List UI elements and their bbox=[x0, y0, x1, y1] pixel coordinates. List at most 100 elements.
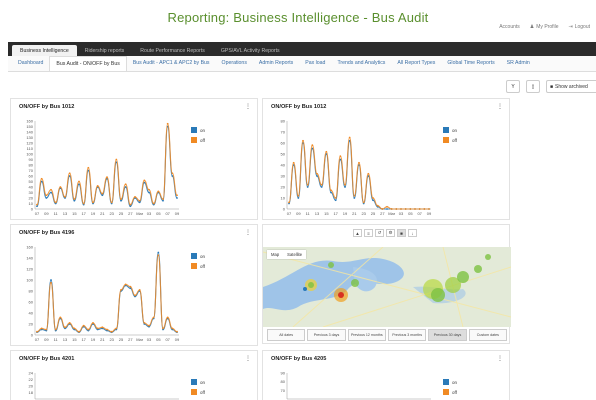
x-tick-label: 07 bbox=[35, 211, 40, 216]
subtab-dashboard[interactable]: Dashboard bbox=[12, 56, 49, 71]
x-tick-label: 17 bbox=[81, 337, 86, 342]
data-point-off bbox=[40, 327, 43, 330]
x-tick-label: 17 bbox=[81, 211, 86, 216]
map-type-satellite[interactable]: Satellite bbox=[283, 250, 306, 259]
legend-swatch-on bbox=[443, 379, 449, 385]
my-profile-link[interactable]: ♟ My Profile bbox=[530, 24, 559, 30]
x-tick-label: 21 bbox=[352, 211, 357, 216]
x-tick-label: 11 bbox=[54, 337, 59, 342]
data-point-off bbox=[148, 188, 150, 191]
range-prev-3-months[interactable]: Previous 3 months bbox=[387, 329, 427, 341]
subtab-admin-reports[interactable]: Admin Reports bbox=[253, 56, 299, 71]
map-tool-up[interactable]: ▲ bbox=[353, 229, 362, 237]
toolbar: Y ▯ ■ Show archived bbox=[8, 75, 596, 95]
y-tick-label: 100 bbox=[26, 278, 33, 283]
x-tick-label: 09 bbox=[175, 337, 180, 342]
x-tick-label: 27 bbox=[380, 211, 385, 216]
data-point-off bbox=[157, 190, 160, 193]
filter-button[interactable]: Y bbox=[506, 80, 520, 93]
y-tick-label: 20 bbox=[29, 322, 34, 327]
y-tick-label: 130 bbox=[26, 135, 33, 140]
data-point-off bbox=[73, 327, 76, 330]
data-point-off bbox=[106, 176, 108, 178]
x-tick-label: 11 bbox=[306, 211, 311, 216]
tab-gps-avl[interactable]: GPS/AVL Activity Reports bbox=[213, 45, 288, 56]
range-prev-12-months[interactable]: Previous 12 months bbox=[347, 329, 386, 341]
tab-route-performance[interactable]: Route Performance Reports bbox=[132, 45, 213, 56]
y-tick-label: 160 bbox=[26, 119, 33, 124]
data-point-off bbox=[78, 330, 80, 333]
y-tick-label: 140 bbox=[26, 256, 33, 261]
legend-swatch-on bbox=[191, 127, 197, 133]
data-point-off bbox=[320, 183, 323, 186]
data-point-off bbox=[115, 327, 118, 330]
y-tick-label: 18 bbox=[29, 390, 34, 395]
map-tool-list[interactable]: ≡ bbox=[364, 229, 373, 237]
y-tick-label: 24 bbox=[29, 371, 34, 376]
legend-swatch-on bbox=[443, 127, 449, 133]
y-tick-label: 80 bbox=[29, 163, 34, 168]
subtab-all-report-types[interactable]: All Report Types bbox=[391, 56, 441, 71]
heatmap-map[interactable]: Map Satellite bbox=[263, 247, 511, 327]
show-archived-button[interactable]: ■ Show archived bbox=[546, 80, 596, 93]
y-tick-label: 80 bbox=[29, 289, 34, 294]
range-prev-3-days[interactable]: Previous 3 days bbox=[307, 329, 346, 341]
map-tool-download[interactable]: ↓ bbox=[408, 229, 417, 237]
data-point-on bbox=[306, 186, 309, 188]
data-point-on bbox=[316, 175, 318, 177]
x-tick-label: 03 bbox=[147, 337, 152, 342]
map-toolbar: ▲ ≡ ↺ ⚙ ■ ↓ bbox=[353, 229, 417, 237]
legend-swatch-off bbox=[191, 263, 197, 269]
y-tick-label: 0 bbox=[31, 207, 34, 212]
subtab-trends[interactable]: Trends and Analytics bbox=[331, 56, 391, 71]
data-point-off bbox=[348, 136, 351, 139]
y-tick-label: 60 bbox=[29, 174, 34, 179]
map-tool-stop[interactable]: ■ bbox=[397, 229, 406, 237]
data-point-off bbox=[358, 161, 360, 164]
data-point-off bbox=[134, 196, 136, 198]
range-prev-30-days[interactable]: Previous 30 days bbox=[428, 329, 467, 341]
data-point-off bbox=[101, 192, 104, 195]
data-point-off bbox=[409, 208, 412, 210]
y-tick-label: 50 bbox=[29, 179, 34, 184]
export-button[interactable]: ▯ bbox=[526, 80, 540, 93]
map-type-map[interactable]: Map bbox=[267, 250, 283, 259]
data-point-off bbox=[120, 198, 122, 200]
range-custom-dates[interactable]: Custom dates bbox=[468, 329, 507, 341]
data-point-off bbox=[171, 172, 174, 175]
tab-business-intelligence[interactable]: Business Intelligence bbox=[12, 45, 77, 56]
x-tick-label: 07 bbox=[287, 211, 292, 216]
accounts-link[interactable]: Accounts bbox=[499, 24, 520, 30]
x-tick-label: 27 bbox=[128, 337, 133, 342]
y-tick-label: 60 bbox=[281, 141, 286, 146]
subtab-sr-admin[interactable]: SR Admin bbox=[501, 56, 536, 71]
logout-link[interactable]: ⇥ Logout bbox=[569, 24, 591, 30]
subtab-apc-by-bus[interactable]: Bus Audit - APC1 & APC2 by Bus bbox=[127, 56, 216, 71]
y-tick-label: 80 bbox=[281, 119, 286, 124]
y-tick-label: 20 bbox=[29, 384, 34, 389]
tab-ridership-reports[interactable]: Ridership reports bbox=[77, 45, 133, 56]
data-point-on bbox=[372, 199, 374, 202]
x-tick-label: 25 bbox=[371, 211, 376, 216]
x-tick-label: 09 bbox=[44, 211, 49, 216]
data-point-off bbox=[64, 196, 66, 198]
x-tick-label: 09 bbox=[175, 211, 180, 216]
subtab-onoff-by-bus[interactable]: Bus Audit - ON/OFF by Bus bbox=[49, 56, 127, 71]
subtab-global-time[interactable]: Global Time Reports bbox=[441, 56, 500, 71]
data-point-off bbox=[45, 194, 48, 197]
data-point-off bbox=[96, 327, 99, 330]
y-tick-label: 30 bbox=[29, 190, 34, 195]
subtab-pax-load[interactable]: Pax load bbox=[299, 56, 331, 71]
map-tool-refresh[interactable]: ↺ bbox=[375, 229, 384, 237]
range-all-dates[interactable]: All dates bbox=[267, 329, 306, 341]
data-point-off bbox=[306, 183, 309, 186]
y-tick-label: 100 bbox=[26, 152, 33, 157]
data-point-off bbox=[64, 326, 66, 329]
data-point-off bbox=[171, 327, 174, 330]
subtab-operations[interactable]: Operations bbox=[216, 56, 253, 71]
legend-swatch-off bbox=[443, 137, 449, 143]
map-tool-settings[interactable]: ⚙ bbox=[386, 229, 395, 237]
data-point-off bbox=[36, 203, 38, 206]
x-tick-label: 11 bbox=[54, 211, 59, 216]
x-tick-label: 07 bbox=[165, 211, 170, 216]
